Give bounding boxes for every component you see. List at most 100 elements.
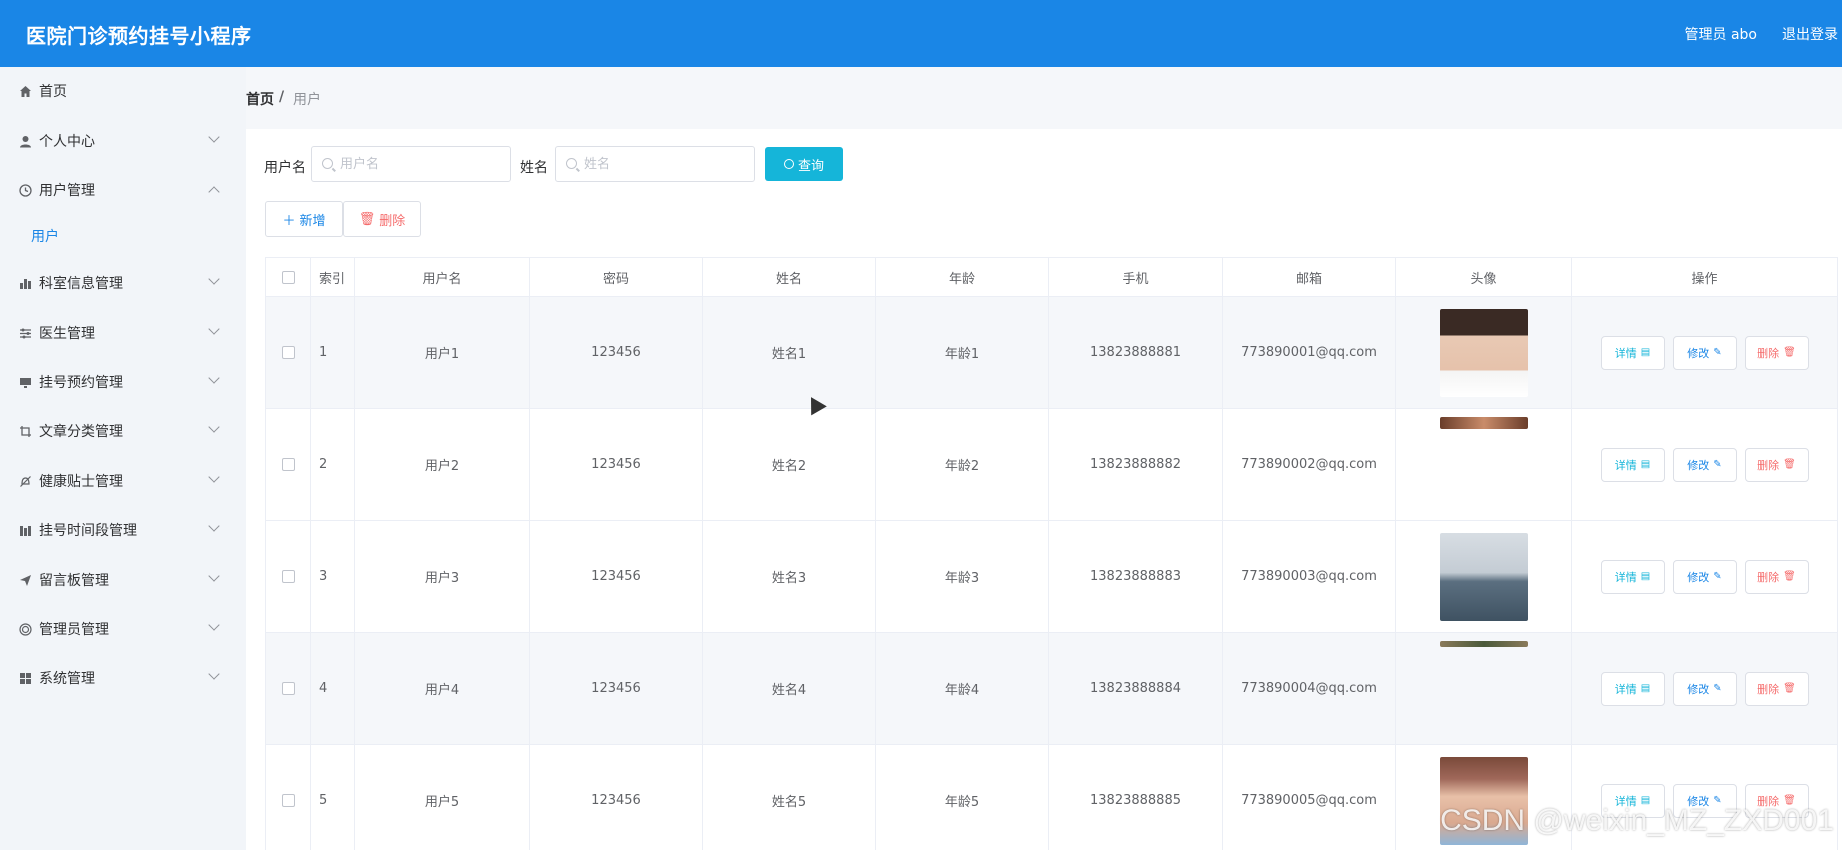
column-header: 操作 (1572, 258, 1838, 297)
person-icon (18, 134, 32, 148)
table-row: 3 用户3 123456 姓名3 年龄3 13823888883 7738900… (266, 521, 1838, 633)
cell-name: 姓名3 (703, 521, 876, 632)
cell-username: 用户1 (355, 297, 530, 408)
sidebar-item-label: 文章分类管理 (39, 424, 123, 440)
column-header: 姓名 (703, 258, 876, 297)
delete-button[interactable]: 删除 🗑 (1744, 447, 1809, 482)
detail-button[interactable]: 详情 ▤ (1600, 335, 1665, 370)
column-header: 头像 (1396, 258, 1572, 297)
sidebar-item-label: 管理员管理 (39, 622, 109, 638)
row-select-cell (266, 633, 311, 744)
row-select-cell (266, 409, 311, 520)
sidebar-item-health-tips[interactable]: 健康贴士管理 (0, 457, 246, 505)
pencil-icon: ✎ (1713, 459, 1722, 470)
cell-password: 123456 (530, 297, 703, 408)
cell-avatar (1396, 521, 1572, 632)
detail-button[interactable]: 详情 ▤ (1600, 447, 1665, 482)
sidebar-item-appointment-management[interactable]: 挂号预约管理 (0, 358, 246, 406)
sidebar-item-label: 留言板管理 (39, 573, 109, 589)
columns-icon (18, 523, 32, 537)
row-select-cell (266, 745, 311, 850)
document-icon: ▤ (1640, 347, 1651, 358)
delete-button-label: 删除 (1757, 458, 1780, 472)
select-all-cell (266, 258, 311, 297)
username-search-input[interactable] (311, 146, 511, 182)
breadcrumb-home[interactable]: 首页 (246, 89, 274, 109)
select-all-checkbox[interactable] (281, 271, 295, 284)
sidebar-item-label: 医生管理 (39, 326, 95, 342)
chevron-down-icon (208, 520, 220, 532)
cell-index: 3 (311, 521, 355, 632)
row-checkbox[interactable] (281, 794, 295, 807)
trash-icon: 🗑 (1783, 683, 1796, 694)
logout-link[interactable]: 退出登录 (1782, 24, 1838, 44)
edit-button[interactable]: 修改 ✎ (1672, 447, 1737, 482)
sidebar-item-system-management[interactable]: 系统管理 (0, 654, 246, 702)
cell-phone: 13823888884 (1049, 633, 1223, 744)
sidebar-item-time-slot[interactable]: 挂号时间段管理 (0, 506, 246, 554)
cell-actions: 详情 ▤ 修改 ✎ 删除 🗑 (1572, 633, 1838, 744)
table-header: 索引 用户名 密码 姓名 年龄 手机 邮箱 头像 操作 (266, 258, 1838, 297)
chevron-down-icon (208, 372, 220, 384)
sidebar-item-label: 科室信息管理 (39, 276, 123, 292)
pencil-icon: ✎ (1713, 683, 1722, 694)
sidebar-item-admin-management[interactable]: 管理员管理 (0, 605, 246, 653)
table-row: 1 用户1 123456 姓名1 年龄1 13823888881 7738900… (266, 297, 1838, 409)
sidebar-item-department-info[interactable]: 科室信息管理 (0, 259, 246, 307)
row-checkbox[interactable] (281, 570, 295, 583)
chevron-down-icon (208, 421, 220, 433)
edit-button[interactable]: 修改 ✎ (1672, 559, 1737, 594)
cell-phone: 13823888881 (1049, 297, 1223, 408)
cell-name: 姓名2 (703, 409, 876, 520)
delete-button-label: 删除 (1757, 570, 1780, 584)
add-button[interactable]: ＋ 新增 (265, 201, 343, 237)
edit-button[interactable]: 修改 ✎ (1672, 335, 1737, 370)
name-search-label: 姓名 (520, 160, 548, 176)
sliders-icon (18, 326, 32, 340)
sidebar-item-label: 系统管理 (39, 671, 95, 687)
row-checkbox[interactable] (281, 346, 295, 359)
delete-button[interactable]: 删除 🗑 (1744, 559, 1809, 594)
cell-password: 123456 (530, 633, 703, 744)
sidebar-item-label: 健康贴士管理 (39, 474, 123, 490)
home-icon (18, 84, 32, 98)
crop-icon (18, 424, 32, 438)
sidebar-item-personal-center[interactable]: 个人中心 (0, 117, 246, 165)
cell-avatar (1396, 297, 1572, 408)
search-icon (783, 159, 794, 169)
sidebar-item-doctor-management[interactable]: 医生管理 (0, 309, 246, 357)
bar-chart-icon (18, 276, 32, 290)
cell-email: 773890001@qq.com (1223, 297, 1396, 408)
detail-button-label: 详情 (1614, 570, 1637, 584)
document-icon: ▤ (1640, 459, 1651, 470)
sidebar-item-message-board[interactable]: 留言板管理 (0, 556, 246, 604)
sidebar-subitem-user[interactable]: 用户 (0, 214, 246, 258)
sidebar-item-article-category[interactable]: 文章分类管理 (0, 407, 246, 455)
cell-phone: 13823888885 (1049, 745, 1223, 850)
cell-phone: 13823888882 (1049, 409, 1223, 520)
name-search-input[interactable] (555, 146, 755, 182)
cell-username: 用户4 (355, 633, 530, 744)
sidebar-item-home[interactable]: 首页 (0, 67, 246, 115)
detail-button[interactable]: 详情 ▤ (1600, 671, 1665, 706)
username-search-label: 用户名 (264, 160, 306, 176)
edit-button[interactable]: 修改 ✎ (1672, 671, 1737, 706)
query-button[interactable]: 查询 (765, 147, 843, 181)
sidebar-item-user-management[interactable]: 用户管理 (0, 166, 246, 214)
detail-button-label: 详情 (1614, 346, 1637, 360)
batch-delete-button[interactable]: 🗑 删除 (343, 201, 421, 237)
detail-button[interactable]: 详情 ▤ (1600, 559, 1665, 594)
row-checkbox[interactable] (281, 682, 295, 695)
row-select-cell (266, 521, 311, 632)
cell-username: 用户2 (355, 409, 530, 520)
cell-index: 4 (311, 633, 355, 744)
column-header: 用户名 (355, 258, 530, 297)
delete-button[interactable]: 删除 🗑 (1744, 671, 1809, 706)
edit-button-label: 修改 (1687, 458, 1710, 472)
column-header: 索引 (311, 258, 355, 297)
chevron-down-icon (208, 619, 220, 631)
delete-button[interactable]: 删除 🗑 (1744, 335, 1809, 370)
avatar (1439, 308, 1528, 397)
row-checkbox[interactable] (281, 458, 295, 471)
cell-age: 年龄4 (876, 633, 1049, 744)
